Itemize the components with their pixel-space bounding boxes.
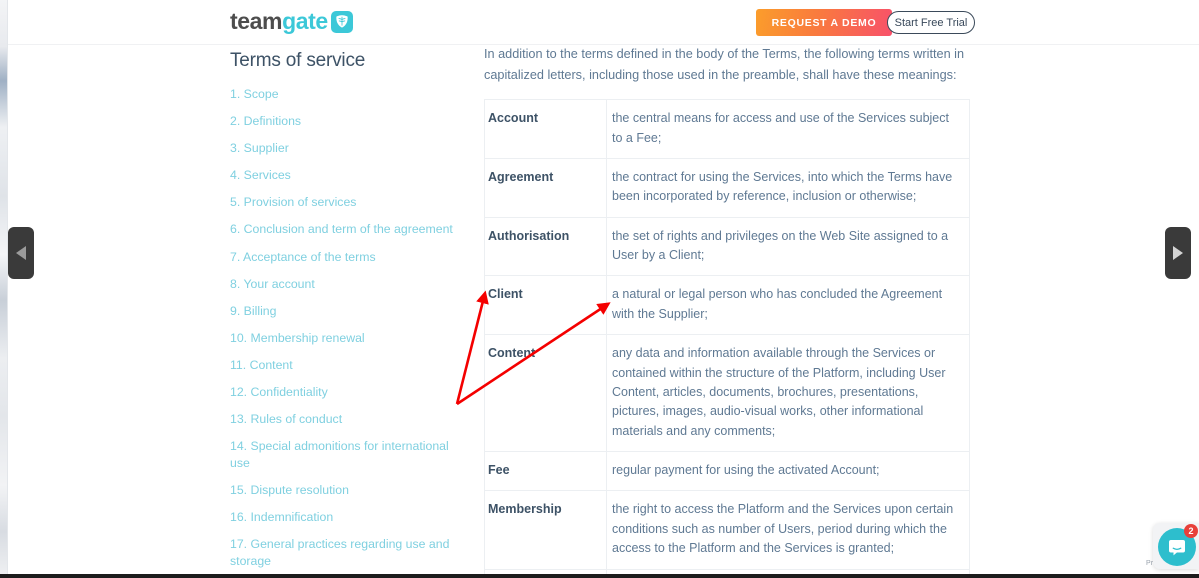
sidebar-item-acceptance-of-terms[interactable]: 7. Acceptance of the terms [230, 249, 468, 266]
sidebar-item-indemnification[interactable]: 16. Indemnification [230, 509, 468, 526]
term-fee: Fee [484, 451, 607, 492]
term-content: Content [484, 334, 607, 453]
list-item: 12. Confidentiality [230, 384, 468, 401]
sidebar-item-dispute-resolution[interactable]: 15. Dispute resolution [230, 482, 468, 499]
list-item: 7. Acceptance of the terms [230, 249, 468, 266]
list-item: 4. Services [230, 167, 468, 184]
bottom-edge-strip [0, 574, 1199, 578]
chat-message-icon [1169, 539, 1185, 555]
request-demo-button[interactable]: REQUEST A DEMO [756, 9, 892, 36]
term-authorisation: Authorisation [484, 216, 607, 277]
term-account: Account [484, 99, 607, 159]
list-item: 8. Your account [230, 276, 468, 293]
list-item: 13. Rules of conduct [230, 411, 468, 428]
definitions-table: Account the central means for access and… [484, 99, 970, 578]
site-header: team gate REQUEST A DEMO Start Free Trial [8, 0, 1199, 45]
adjacent-page-edge-sliver [0, 0, 8, 578]
triangle-left-icon [16, 246, 26, 260]
list-item: 5. Provision of services [230, 194, 468, 211]
list-item: 3. Supplier [230, 140, 468, 157]
terms-sidebar: Terms of service 1. Scope 2. Definitions… [230, 50, 468, 578]
definition-authorisation: the set of rights and privileges on the … [606, 216, 970, 277]
shield-leaf-icon [330, 10, 353, 33]
main-content: In addition to the terms defined in the … [484, 44, 970, 578]
table-row: Client a natural or legal person who has… [484, 275, 970, 336]
definition-account: the central means for access and use of … [606, 99, 970, 159]
sidebar-item-international-use[interactable]: 14. Special admonitions for internationa… [230, 438, 468, 471]
list-item: 16. Indemnification [230, 509, 468, 526]
sidebar-item-general-practices[interactable]: 17. General practices regarding use and … [230, 536, 468, 569]
definition-fee: regular payment for using the activated … [606, 451, 970, 492]
definition-client: a natural or legal person who has conclu… [606, 275, 970, 336]
table-row: Membership the right to access the Platf… [484, 490, 970, 570]
sidebar-item-your-account[interactable]: 8. Your account [230, 276, 468, 293]
table-row: Content any data and information availab… [484, 334, 970, 453]
list-item: 6. Conclusion and term of the agreement [230, 221, 468, 238]
table-row: Agreement the contract for using the Ser… [484, 157, 970, 218]
carousel-next-button[interactable] [1165, 227, 1191, 279]
sidebar-item-billing[interactable]: 9. Billing [230, 303, 468, 320]
sidebar-item-provision-of-services[interactable]: 5. Provision of services [230, 194, 468, 211]
triangle-right-icon [1173, 246, 1183, 260]
term-client: Client [484, 275, 607, 336]
list-item: 9. Billing [230, 303, 468, 320]
table-row: Account the central means for access and… [484, 99, 970, 159]
definition-content: any data and information available throu… [606, 334, 970, 453]
sidebar-item-definitions[interactable]: 2. Definitions [230, 113, 468, 130]
list-item: 11. Content [230, 357, 468, 374]
start-free-trial-button[interactable]: Start Free Trial [887, 11, 975, 34]
list-item: 2. Definitions [230, 113, 468, 130]
sidebar-item-services[interactable]: 4. Services [230, 167, 468, 184]
sidebar-item-scope[interactable]: 1. Scope [230, 86, 468, 103]
definition-agreement: the contract for using the Services, int… [606, 157, 970, 218]
sidebar-item-supplier[interactable]: 3. Supplier [230, 140, 468, 157]
list-item: 14. Special admonitions for internationa… [230, 438, 468, 471]
chat-unread-badge: 2 [1184, 524, 1198, 538]
table-of-contents: 1. Scope 2. Definitions 3. Supplier 4. S… [230, 86, 468, 578]
list-item: 1. Scope [230, 86, 468, 103]
sidebar-item-content[interactable]: 11. Content [230, 357, 468, 374]
page-screenshot: team gate REQUEST A DEMO Start Free Trial… [0, 0, 1199, 578]
table-row: Fee regular payment for using the activa… [484, 451, 970, 492]
carousel-prev-button[interactable] [8, 227, 34, 279]
sidebar-item-conclusion-and-term[interactable]: 6. Conclusion and term of the agreement [230, 221, 468, 238]
term-agreement: Agreement [484, 157, 607, 218]
definition-membership: the right to access the Platform and the… [606, 490, 970, 570]
logo-text-gate: gate [282, 8, 328, 34]
list-item: 17. General practices regarding use and … [230, 536, 468, 569]
site-logo[interactable]: team gate [230, 10, 353, 33]
list-item: 10. Membership renewal [230, 330, 468, 347]
table-row: Authorisation the set of rights and priv… [484, 216, 970, 277]
sidebar-item-rules-of-conduct[interactable]: 13. Rules of conduct [230, 411, 468, 428]
intro-paragraph: In addition to the terms defined in the … [484, 47, 965, 82]
sidebar-item-membership-renewal[interactable]: 10. Membership renewal [230, 330, 468, 347]
sidebar-item-confidentiality[interactable]: 12. Confidentiality [230, 384, 468, 401]
sidebar-title: Terms of service [230, 50, 366, 71]
term-membership: Membership [484, 490, 607, 570]
list-item: 15. Dispute resolution [230, 482, 468, 499]
logo-text-team: team [230, 8, 283, 34]
